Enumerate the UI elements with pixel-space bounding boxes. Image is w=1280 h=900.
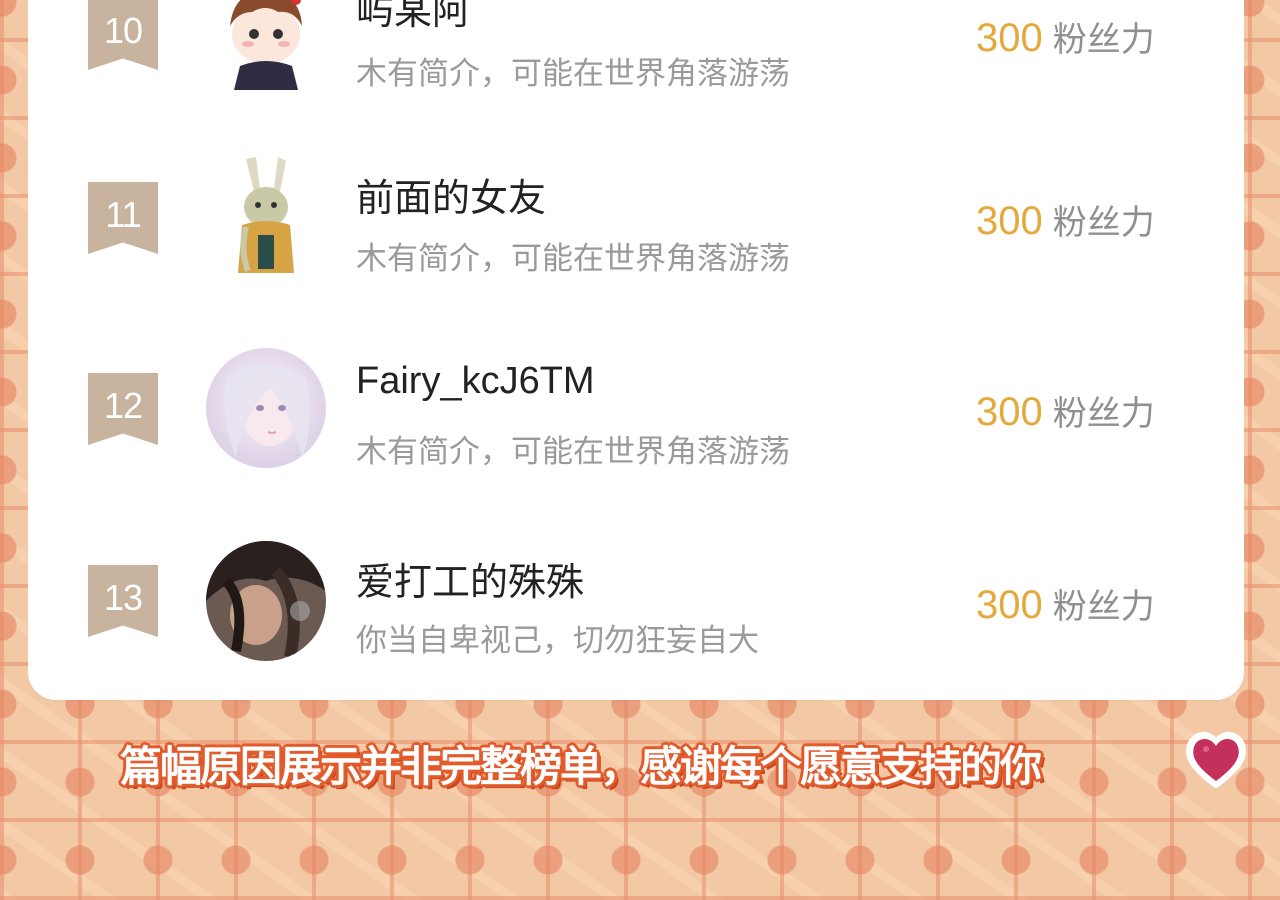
user-name[interactable]: 前面的女友 xyxy=(356,167,546,222)
user-name[interactable]: Fairy_kcJ6TM xyxy=(356,360,595,403)
ranking-card: 10 屿某阿 木有简介，可能在世界角落游荡 300 粉丝力 11 前面的女友 木… xyxy=(28,0,1244,700)
user-name[interactable]: 屿某阿 xyxy=(356,0,470,35)
fan-score: 300 粉丝力 xyxy=(976,386,1155,435)
user-bio: 木有简介，可能在世界角落游荡 xyxy=(356,56,790,91)
chibi-boy-avatar[interactable] xyxy=(206,0,326,90)
dark-hair-man-avatar[interactable] xyxy=(206,541,326,661)
user-name[interactable]: 爱打工的殊殊 xyxy=(356,551,584,606)
rank-badge: 13 xyxy=(88,565,158,637)
score-unit: 粉丝力 xyxy=(1052,21,1155,59)
footer-banner: 篇幅原因展示并非完整榜单，感谢每个愿意支持的你 xyxy=(0,732,1280,793)
score-value: 300 xyxy=(976,16,1043,60)
user-bio: 木有简介，可能在世界角落游荡 xyxy=(356,241,790,276)
footer-text: 篇幅原因展示并非完整榜单，感谢每个愿意支持的你 xyxy=(120,742,1042,791)
score-value: 300 xyxy=(976,199,1043,243)
score-unit: 粉丝力 xyxy=(1052,204,1155,242)
rabbit-girl-avatar[interactable] xyxy=(206,155,326,275)
user-bio: 木有简介，可能在世界角落游荡 xyxy=(356,434,790,469)
fan-score: 300 粉丝力 xyxy=(976,195,1155,244)
rank-badge: 11 xyxy=(88,182,158,254)
ranking-row[interactable]: 10 屿某阿 木有简介，可能在世界角落游荡 300 粉丝力 xyxy=(28,0,1244,140)
heart-icon xyxy=(1186,732,1246,788)
white-hair-girl-avatar[interactable] xyxy=(206,348,326,468)
user-bio: 你当自卑视己，切勿狂妄自大 xyxy=(356,623,759,658)
score-value: 300 xyxy=(976,390,1043,434)
fan-score: 300 粉丝力 xyxy=(976,579,1155,628)
fan-score: 300 粉丝力 xyxy=(976,12,1155,61)
ranking-row[interactable]: 11 前面的女友 木有简介，可能在世界角落游荡 300 粉丝力 xyxy=(28,155,1244,325)
ranking-row[interactable]: 12 Fairy_kcJ6TM 木有简介，可能在世界角落游荡 300 粉丝力 xyxy=(28,348,1244,518)
score-value: 300 xyxy=(976,583,1043,627)
score-unit: 粉丝力 xyxy=(1052,395,1155,433)
score-unit: 粉丝力 xyxy=(1052,588,1155,626)
rank-badge: 10 xyxy=(88,0,158,70)
rank-badge: 12 xyxy=(88,373,158,445)
ranking-row[interactable]: 13 爱打工的殊殊 你当自卑视己，切勿狂妄自大 300 粉丝力 xyxy=(28,541,1244,711)
